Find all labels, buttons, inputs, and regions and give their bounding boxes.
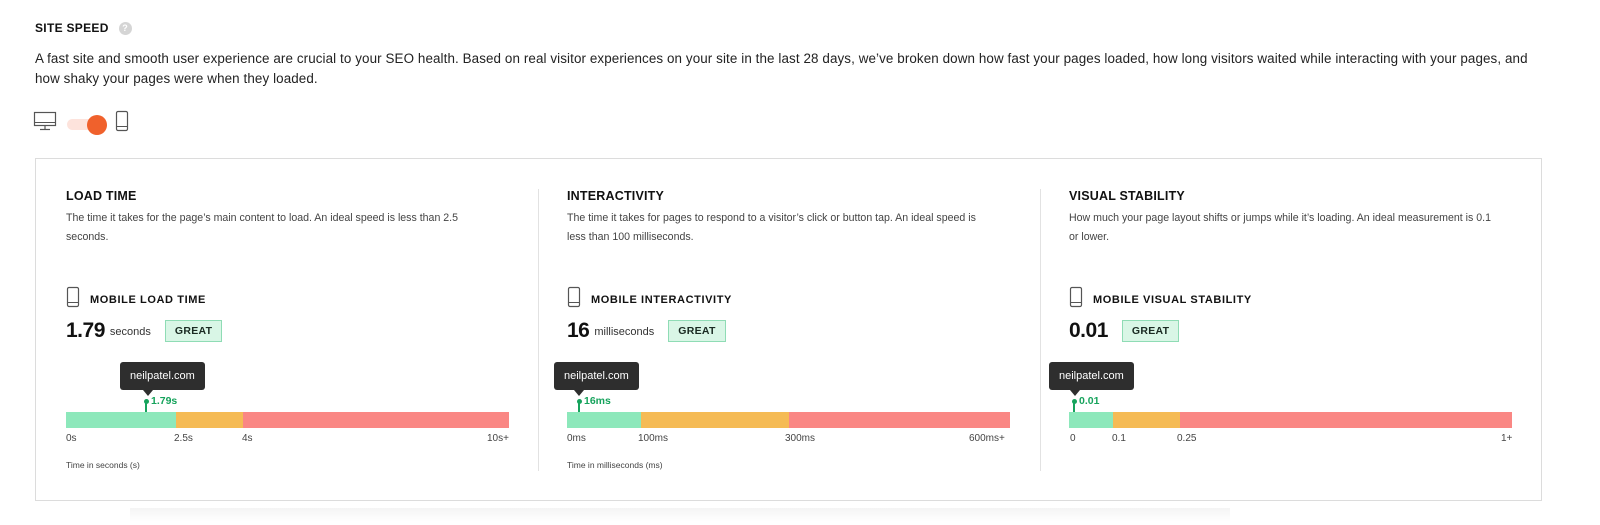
marker-label: 0.01 [1079, 395, 1100, 407]
metric-subheader: MOBILE LOAD TIME [66, 286, 206, 313]
metric-load-time: LOAD TIME The time it takes for the page… [66, 159, 511, 500]
metric-subheader: MOBILE VISUAL STABILITY [1069, 286, 1252, 313]
metric-title: VISUAL STABILITY [1069, 189, 1185, 203]
marker-label: 1.79s [151, 395, 178, 407]
tooltip-arrow [574, 390, 584, 396]
axis-tick: 300ms [785, 433, 816, 444]
range-segment-poor [789, 412, 1010, 428]
device-toggle-switch[interactable] [65, 113, 109, 135]
axis-tick: 0 [1070, 433, 1076, 444]
range-bar [567, 412, 1010, 428]
axis-tick: 10s+ [487, 433, 509, 444]
status-badge: GREAT [668, 320, 726, 342]
axis-label: Time in seconds (s) [66, 460, 140, 470]
range-segment-needs-improvement [641, 412, 789, 428]
metric-description: How much your page layout shifts or jump… [1069, 212, 1492, 243]
axis-label: Time in milliseconds (ms) [567, 460, 663, 470]
marker-label: 16ms [584, 395, 611, 407]
mobile-icon [66, 286, 80, 313]
metric-visual-stability: VISUAL STABILITY How much your page layo… [1049, 159, 1514, 500]
toggle-knob [87, 114, 107, 135]
metric-sub-label: MOBILE INTERACTIVITY [591, 293, 732, 306]
axis-tick: 4s [242, 433, 253, 444]
metric-sub-label: MOBILE VISUAL STABILITY [1093, 293, 1252, 306]
range-bar [66, 412, 509, 428]
axis-tick: 100ms [638, 433, 669, 444]
metric-value: 0.01 [1069, 319, 1108, 342]
panel-divider [1040, 189, 1041, 471]
status-badge: GREAT [164, 320, 223, 342]
range-bar [1069, 412, 1512, 428]
metric-title: INTERACTIVITY [567, 189, 665, 203]
metric-value-row: 0.01 GREAT [1069, 316, 1180, 346]
axis-tick: 1+ [1501, 433, 1513, 444]
axis-tick: 600ms+ [969, 433, 1005, 444]
device-toggle [33, 110, 129, 137]
mobile-icon[interactable] [115, 110, 129, 137]
range-segment-poor [243, 412, 509, 428]
metric-value: 1.79 [66, 319, 105, 342]
section-title-text: SITE SPEED [35, 21, 109, 35]
metric-interactivity: INTERACTIVITY The time it takes for page… [554, 159, 1012, 500]
help-icon[interactable]: ? [118, 21, 132, 35]
mobile-icon [567, 286, 581, 313]
range-segment-good [1069, 412, 1113, 428]
site-tooltip: neilpatel.com [554, 362, 639, 390]
metric-subheader: MOBILE INTERACTIVITY [567, 286, 732, 313]
range-segment-poor [1180, 412, 1512, 428]
axis-tick: 0ms [567, 433, 586, 444]
metric-title: LOAD TIME [66, 189, 137, 203]
status-badge: GREAT [1121, 320, 1180, 342]
range-segment-good [66, 412, 176, 428]
metric-value: 16 [567, 319, 590, 342]
site-tooltip: neilpatel.com [120, 362, 205, 390]
site-tooltip: neilpatel.com [1049, 362, 1134, 390]
metric-value-row: 16 milliseconds GREAT [567, 316, 726, 346]
mobile-icon [1069, 286, 1083, 313]
axis-tick: 2.5s [174, 433, 193, 444]
range-segment-needs-improvement [1113, 412, 1180, 428]
desktop-icon[interactable] [33, 111, 57, 136]
section-title: SITE SPEED ? [35, 21, 132, 35]
metric-unit: milliseconds [594, 326, 655, 338]
section-description: A fast site and smooth user experience a… [35, 51, 1528, 86]
range-segment-good [567, 412, 641, 428]
axis-tick: 0s [66, 433, 77, 444]
metric-sub-label: MOBILE LOAD TIME [90, 293, 206, 306]
card-shadow [130, 508, 1230, 522]
site-speed-panel: LOAD TIME The time it takes for the page… [35, 158, 1542, 501]
panel-divider [538, 189, 539, 471]
metric-description: The time it takes for pages to respond t… [567, 212, 976, 243]
axis-tick: 0.1 [1112, 433, 1126, 444]
metric-unit: seconds [109, 326, 151, 338]
metric-value-row: 1.79 seconds GREAT [66, 316, 223, 346]
range-segment-needs-improvement [176, 412, 243, 428]
axis-tick: 0.25 [1177, 433, 1197, 444]
metric-description: The time it takes for the page’s main co… [66, 212, 459, 243]
